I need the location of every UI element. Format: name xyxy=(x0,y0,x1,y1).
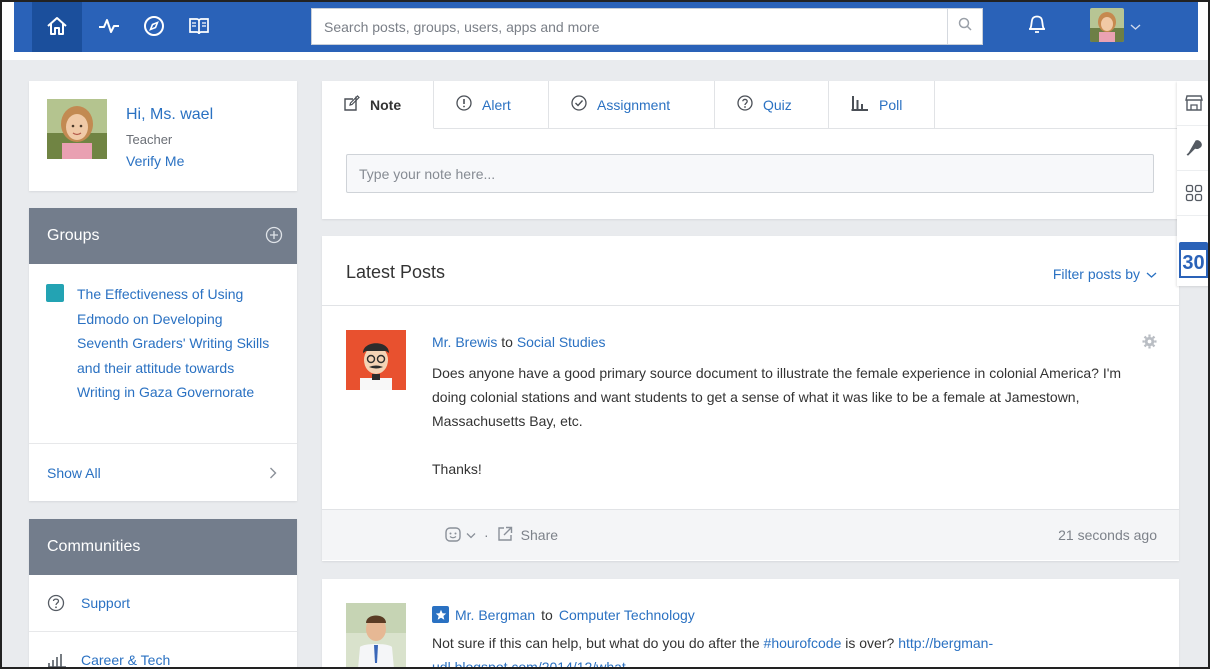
group-name[interactable]: The Effectiveness of Using Edmodo on Dev… xyxy=(77,282,277,405)
edit-icon xyxy=(344,95,360,114)
tab-label: Note xyxy=(370,96,402,113)
chevron-right-icon xyxy=(269,466,277,482)
post-connector: to xyxy=(541,606,553,623)
post-timestamp: 21 seconds ago xyxy=(1058,527,1157,543)
question-circle-icon xyxy=(47,594,69,612)
post-composer: Note Alert Assignment Quiz Poll xyxy=(322,81,1179,219)
tab-label: Assignment xyxy=(597,96,671,113)
share-icon xyxy=(497,526,513,545)
post-item: Mr. Brewis to Social Studies Does anyone… xyxy=(322,306,1179,510)
post-connector: to xyxy=(501,334,513,350)
tab-note[interactable]: Note xyxy=(322,81,434,129)
bell-icon xyxy=(1026,12,1048,41)
home-icon[interactable] xyxy=(32,0,82,52)
bar-chart-icon xyxy=(47,652,69,668)
note-input[interactable] xyxy=(346,154,1154,193)
post-author-avatar[interactable] xyxy=(346,603,406,669)
post-body-text: is over? xyxy=(841,635,899,651)
community-label: Career & Tech xyxy=(81,652,171,668)
share-button[interactable]: Share xyxy=(497,526,558,545)
notifications-button[interactable] xyxy=(1017,8,1057,44)
compass-icon[interactable] xyxy=(131,0,176,52)
profile-avatar[interactable] xyxy=(47,99,107,159)
grid-icon[interactable] xyxy=(1177,171,1210,216)
profile-greeting[interactable]: Hi, Ms. wael xyxy=(126,106,213,124)
dot-separator: · xyxy=(484,527,489,543)
group-item[interactable]: The Effectiveness of Using Edmodo on Dev… xyxy=(29,264,297,444)
wrench-icon[interactable] xyxy=(1177,126,1210,171)
post-group-link[interactable]: Social Studies xyxy=(517,334,606,350)
search-icon xyxy=(958,17,972,36)
star-badge-icon xyxy=(432,606,449,623)
latest-posts-panel: Latest Posts Filter posts by Mr. Brewis … xyxy=(322,236,1179,561)
tab-quiz[interactable]: Quiz xyxy=(715,81,829,128)
community-label: Support xyxy=(81,595,131,611)
community-item-support[interactable]: Support xyxy=(29,575,297,632)
feed-title: Latest Posts xyxy=(346,262,446,282)
calendar-day: 30 xyxy=(1179,250,1208,278)
filter-label: Filter posts by xyxy=(1052,266,1140,282)
top-navigation xyxy=(0,0,1210,60)
community-item-career-tech[interactable]: Career & Tech xyxy=(29,632,297,669)
search-box xyxy=(311,8,983,45)
post-body: Does anyone have a good primary source d… xyxy=(432,365,1122,429)
post-body: Not sure if this can help, but what do y… xyxy=(432,631,1132,669)
tab-label: Quiz xyxy=(763,96,792,113)
tab-label: Poll xyxy=(879,96,903,113)
post-body-text: Not sure if this can help, but what do y… xyxy=(432,635,764,651)
calendar-icon[interactable]: 30 xyxy=(1177,239,1210,285)
reaction-icon[interactable] xyxy=(444,526,476,544)
verify-me-link[interactable]: Verify Me xyxy=(126,153,184,169)
user-avatar[interactable] xyxy=(1090,8,1124,42)
post-closing: Thanks! xyxy=(432,461,482,477)
tab-poll[interactable]: Poll xyxy=(829,81,935,128)
post-group-link[interactable]: Computer Technology xyxy=(559,607,695,623)
alert-icon xyxy=(456,95,472,114)
profile-card: Hi, Ms. wael Teacher Verify Me xyxy=(29,81,297,191)
book-icon[interactable] xyxy=(176,0,221,52)
composer-tabs: Note Alert Assignment Quiz Poll xyxy=(322,81,1179,129)
chevron-down-icon xyxy=(1146,266,1157,282)
store-icon[interactable] xyxy=(1177,81,1210,126)
post-item: Mr. Bergman to Computer Technology Not s… xyxy=(322,579,1179,669)
profile-role: Teacher xyxy=(126,132,173,147)
question-circle-icon xyxy=(737,95,753,114)
communities-panel: Communities Support Career & Tech xyxy=(29,519,297,669)
show-all-groups[interactable]: Show All xyxy=(29,444,297,501)
filter-posts-dropdown[interactable]: Filter posts by xyxy=(1053,266,1157,282)
post-author-link[interactable]: Mr. Brewis xyxy=(432,334,497,350)
groups-title: Groups xyxy=(47,227,100,244)
check-circle-icon xyxy=(571,95,587,114)
chevron-down-icon[interactable] xyxy=(1130,18,1141,36)
group-color-swatch xyxy=(46,284,64,302)
post-footer: · Share 21 seconds ago xyxy=(322,510,1179,560)
bar-chart-icon xyxy=(851,95,869,114)
search-input[interactable] xyxy=(312,9,947,44)
show-all-label: Show All xyxy=(47,464,101,481)
communities-title: Communities xyxy=(47,538,141,555)
post-author-avatar[interactable] xyxy=(346,330,406,390)
tab-alert[interactable]: Alert xyxy=(434,81,549,128)
post-author-link[interactable]: Mr. Bergman xyxy=(455,607,535,623)
gear-icon[interactable] xyxy=(1142,334,1157,354)
groups-panel: Groups The Effectiveness of Using Edmodo… xyxy=(29,208,297,501)
pulse-icon[interactable] xyxy=(86,0,131,52)
tab-assignment[interactable]: Assignment xyxy=(549,81,715,128)
add-group-icon[interactable] xyxy=(265,226,283,249)
calendar-header-bar xyxy=(1179,242,1208,250)
search-button[interactable] xyxy=(947,9,982,44)
communities-header: Communities xyxy=(29,519,297,575)
post-meta: Mr. Brewis to Social Studies xyxy=(432,334,606,350)
hashtag-link[interactable]: #hourofcode xyxy=(764,635,842,651)
tab-label: Alert xyxy=(482,96,511,113)
post-meta: Mr. Bergman to Computer Technology xyxy=(432,606,695,623)
groups-header: Groups xyxy=(29,208,297,264)
share-label: Share xyxy=(520,527,559,543)
feed-header: Latest Posts Filter posts by xyxy=(322,236,1179,306)
